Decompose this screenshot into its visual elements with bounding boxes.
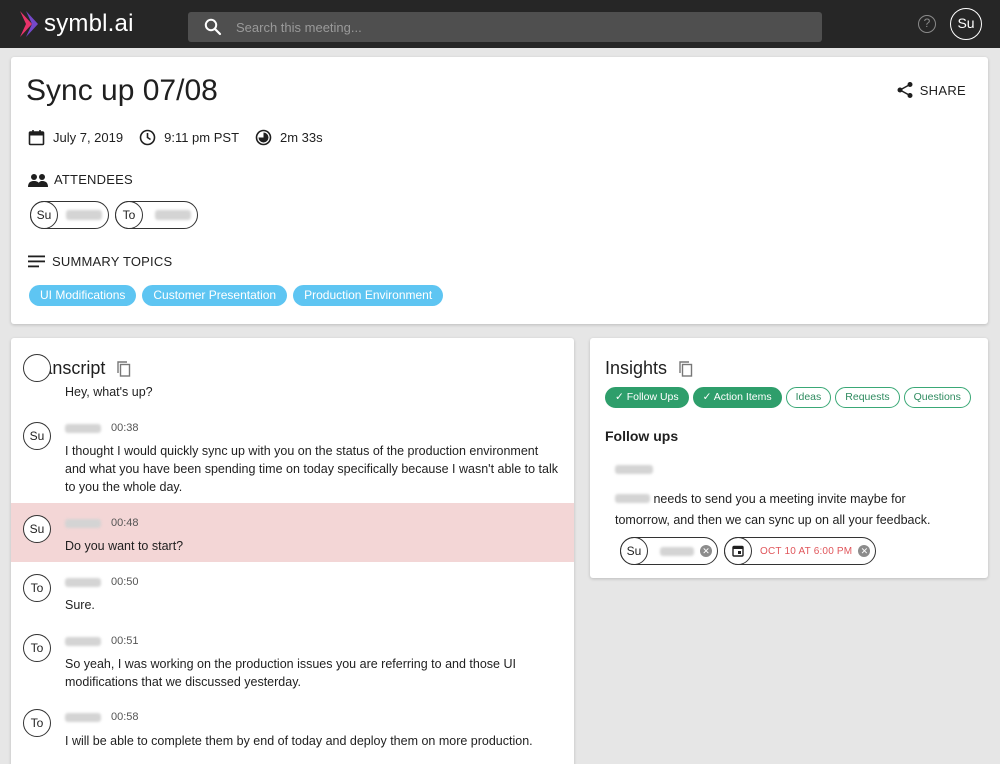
search-bar[interactable] (188, 12, 822, 42)
transcript-text: I thought I would quickly sync up with y… (65, 444, 558, 494)
people-icon (28, 173, 48, 187)
transcript-timestamp[interactable]: 00:38 (111, 422, 139, 434)
speaker-name-blurred (65, 712, 101, 722)
transcript-entry: Hey, what's up? (11, 354, 574, 402)
meeting-time: 9:11 pm PST (139, 129, 239, 146)
topic-chip[interactable]: Customer Presentation (142, 285, 288, 306)
transcript-entry: To 00:51 So yeah, I was working on the p… (11, 629, 574, 695)
speaker-avatar: To (23, 709, 51, 737)
speaker-name-blurred (65, 577, 101, 587)
attendee-name-blurred (66, 210, 102, 220)
speaker-name-blurred (65, 518, 101, 528)
summary-topics-label: SUMMARY TOPICS (28, 254, 172, 269)
followup-tags: Su ✕ OCT 10 AT 6:00 PM ✕ (620, 536, 882, 565)
transcript-text: Sure. (65, 598, 95, 612)
meeting-date: July 7, 2019 (28, 129, 123, 146)
transcript-card: Transcript Hey, what's up? Su 00:38 I th… (11, 338, 574, 764)
copy-icon[interactable] (679, 360, 693, 377)
transcript-timestamp[interactable]: 00:58 (111, 711, 139, 723)
close-icon[interactable]: ✕ (700, 545, 712, 557)
symbl-logo-icon (20, 11, 38, 37)
topic-chip[interactable]: UI Modifications (29, 285, 137, 306)
share-label: SHARE (919, 82, 966, 98)
duration-icon (255, 129, 272, 146)
filter-action-items[interactable]: ✓ Action Items (692, 387, 782, 408)
search-icon (204, 18, 222, 36)
attendee-list: Su To (30, 200, 204, 229)
close-icon[interactable]: ✕ (858, 545, 871, 557)
attendee-chip[interactable]: To (115, 200, 198, 229)
transcript-text: So yeah, I was working on the production… (65, 657, 516, 689)
due-date-text: OCT 10 AT 6:00 PM (760, 545, 853, 557)
transcript-timestamp[interactable]: 00:48 (111, 517, 139, 529)
user-avatar[interactable]: Su (950, 8, 982, 40)
transcript-timestamp[interactable]: 00:51 (111, 635, 139, 647)
insights-card: Insights ✓ Follow Ups ✓ Action Items Ide… (590, 338, 988, 578)
insight-filters: ✓ Follow Ups ✓ Action Items Ideas Reques… (605, 387, 975, 408)
topic-chip[interactable]: Production Environment (293, 285, 444, 306)
filter-ideas[interactable]: Ideas (785, 387, 832, 408)
transcript-timestamp[interactable]: 00:50 (111, 576, 139, 588)
transcript-text: Do you want to start? (65, 539, 184, 553)
transcript-meta: 00:48 (65, 517, 139, 529)
filter-questions[interactable]: Questions (903, 387, 971, 408)
copy-icon[interactable] (117, 360, 131, 377)
transcript-text: Hey, what's up? (65, 385, 153, 399)
attendees-label: ATTENDEES (28, 172, 133, 187)
followup-text: needs to send you a meeting invite maybe… (615, 492, 931, 527)
transcript-meta: 00:38 (65, 422, 139, 434)
speaker-avatar: To (23, 634, 51, 662)
followup-speaker-blurred (615, 465, 653, 474)
speaker-name-blurred (65, 636, 101, 646)
attendee-name-blurred (155, 210, 191, 220)
attendee-chip[interactable]: Su (30, 200, 109, 229)
meeting-title: Sync up 07/08 (26, 74, 218, 107)
assignee-initials: Su (620, 536, 648, 565)
assignee-chip[interactable]: Su ✕ (620, 536, 718, 565)
list-icon (28, 255, 45, 268)
search-input[interactable] (236, 19, 796, 35)
transcript-entry: To 00:50 Sure. (11, 570, 574, 622)
filter-requests[interactable]: Requests (835, 387, 900, 408)
insights-title: Insights (605, 358, 668, 378)
share-icon (897, 82, 913, 98)
meeting-duration: 2m 33s (255, 129, 323, 146)
speaker-avatar (23, 354, 51, 382)
check-icon: ✓ (615, 391, 627, 403)
calendar-icon (28, 130, 45, 146)
brand-name: symbl.ai (44, 10, 134, 37)
speaker-avatar: Su (23, 422, 51, 450)
meeting-summary-card: Sync up 07/08 SHARE July 7, 2019 9:11 pm… (11, 57, 988, 324)
check-icon: ✓ (702, 391, 714, 403)
attendee-initials: Su (30, 200, 58, 229)
due-date-chip[interactable]: OCT 10 AT 6:00 PM ✕ (724, 536, 877, 565)
filter-follow-ups[interactable]: ✓ Follow Ups (605, 387, 689, 408)
share-button[interactable]: SHARE (896, 81, 966, 99)
topic-list: UI Modifications Customer Presentation P… (29, 285, 449, 306)
transcript-meta: 00:58 (65, 711, 139, 723)
help-icon[interactable]: ? (918, 15, 936, 33)
transcript-meta: 00:51 (65, 635, 139, 647)
attendee-initials: To (115, 200, 143, 229)
speaker-avatar: To (23, 574, 51, 602)
calendar-icon (724, 536, 752, 565)
brand-logo[interactable]: symbl.ai (20, 10, 134, 38)
transcript-text: I will be able to complete them by end o… (65, 734, 533, 748)
transcript-entry: Su 00:38 I thought I would quickly sync … (11, 414, 574, 500)
transcript-meta: 00:50 (65, 576, 139, 588)
followups-title: Follow ups (605, 428, 679, 444)
top-bar: symbl.ai ? Su (0, 0, 1000, 48)
meeting-meta: July 7, 2019 9:11 pm PST 2m 33s (28, 129, 339, 146)
speaker-name-blurred (65, 423, 101, 433)
assignee-name-blurred (660, 546, 694, 556)
transcript-entry-highlighted: Su 00:48 Do you want to start? (11, 503, 574, 562)
clock-icon (139, 129, 156, 146)
followup-assignee-blurred (615, 494, 650, 503)
transcript-entry: To 00:58 I will be able to complete them… (11, 705, 574, 757)
insights-header: Insights (605, 358, 693, 379)
speaker-avatar: Su (23, 515, 51, 543)
